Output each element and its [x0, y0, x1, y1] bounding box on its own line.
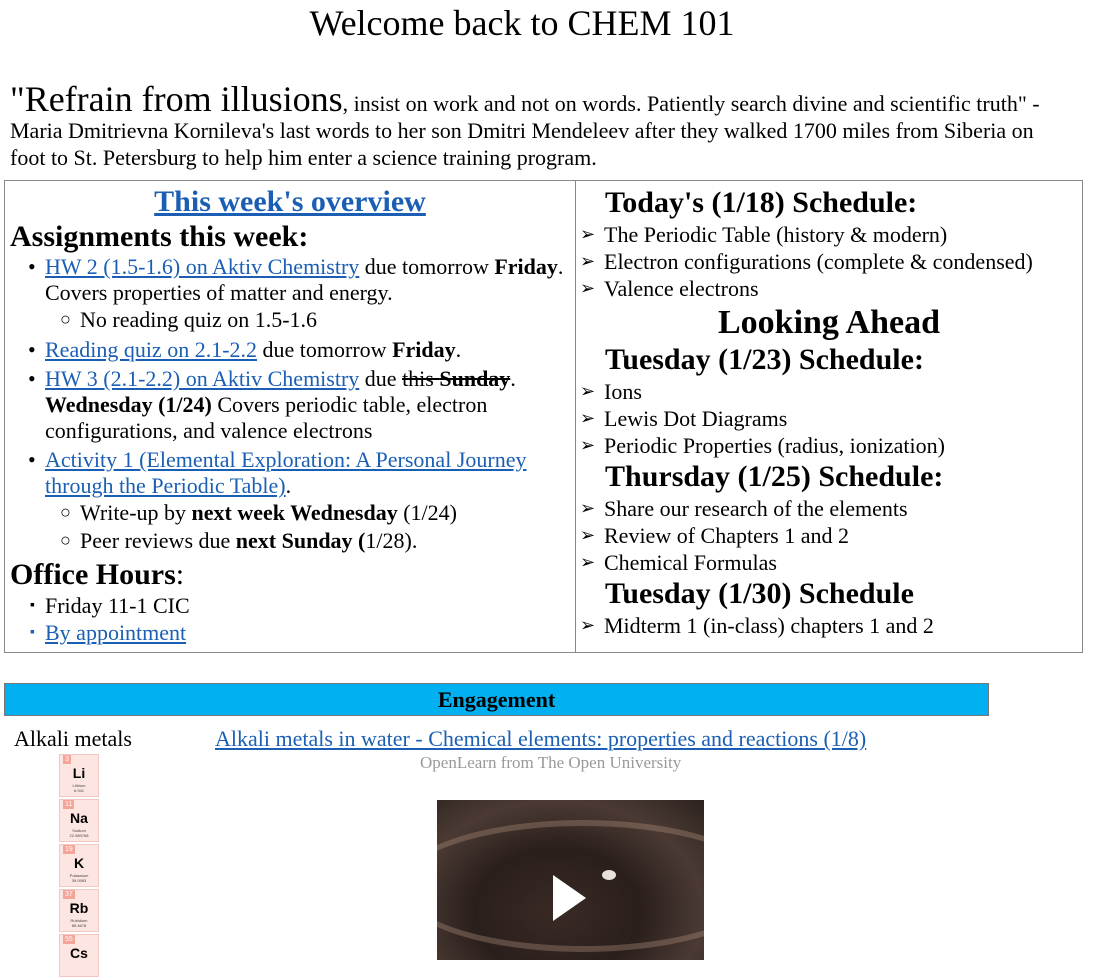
- list-item: HW 2 (1.5-1.6) on Aktiv Chemistry due to…: [28, 254, 575, 334]
- list-item: No reading quiz on 1.5-1.6: [60, 305, 575, 334]
- list-item: Lewis Dot Diagrams: [580, 405, 1082, 432]
- metal-glint: [602, 870, 616, 880]
- alkali-metals-label: Alkali metals: [14, 726, 132, 751]
- element-mass: 39.0983: [71, 878, 87, 883]
- element-name: Potassium 39.0983: [60, 873, 98, 883]
- element-mass: 6.941: [73, 788, 84, 793]
- list-item: Activity 1 (Elemental Exploration: A Per…: [28, 447, 575, 555]
- list-item: Midterm 1 (in-class) chapters 1 and 2: [580, 612, 1082, 639]
- sub-bold: next week Wednesday: [191, 500, 398, 525]
- looking-ahead-heading: Looking Ahead: [717, 304, 941, 341]
- engagement-bar: Engagement: [4, 683, 989, 716]
- page-title: Welcome back to CHEM 101: [309, 3, 735, 43]
- due-day: Friday: [494, 254, 558, 279]
- list-item: Peer reviews due next Sunday (1/28).: [60, 526, 575, 555]
- atomic-number: 37: [63, 890, 75, 899]
- sub-text: (1/24): [397, 500, 457, 525]
- thursday-schedule-heading: Thursday (1/25) Schedule:: [605, 460, 944, 493]
- element-tile-k: 19 K Potassium 39.0983: [59, 844, 99, 887]
- list-item: Reading quiz on 2.1-2.2 due tomorrow Fri…: [28, 337, 575, 363]
- struck-day: Sunday: [439, 366, 511, 391]
- tuesday-schedule-heading: Tuesday (1/23) Schedule:: [605, 343, 924, 376]
- element-symbol: Li: [72, 765, 86, 781]
- sub-text: Write-up by: [80, 500, 192, 525]
- today-schedule-heading: Today's (1/18) Schedule:: [605, 186, 918, 219]
- hw2-link[interactable]: HW 2 (1.5-1.6) on Aktiv Chemistry: [45, 254, 359, 279]
- play-icon[interactable]: [553, 875, 586, 921]
- today-schedule-list: The Periodic Table (history & modern) El…: [576, 221, 1082, 302]
- sub-bold: next Sunday (: [235, 528, 366, 553]
- overview-table: This week's overview Assignments this we…: [4, 180, 1083, 653]
- weekly-overview-link[interactable]: This week's overview: [154, 185, 426, 218]
- list-item: Periodic Properties (radius, ionization): [580, 432, 1082, 459]
- element-name: Sodium 22.989768: [60, 828, 98, 838]
- video-source: OpenLearn from The Open University: [420, 753, 682, 772]
- list-item: Friday 11-1 CIC: [30, 592, 575, 619]
- appointment-link[interactable]: By appointment: [45, 620, 186, 645]
- struck-text: this: [402, 366, 440, 391]
- tuesday2-schedule-heading: Tuesday (1/30) Schedule: [605, 577, 914, 610]
- list-item: Valence electrons: [580, 275, 1082, 302]
- new-due-date: Wednesday (1/24): [45, 392, 212, 417]
- element-tile-cs: 55 Cs: [59, 934, 99, 977]
- element-mass: 22.989768: [69, 833, 89, 838]
- list-item: Review of Chapters 1 and 2: [580, 522, 1082, 549]
- element-symbol: K: [73, 855, 85, 871]
- office-hours-title: Office Hours: [10, 558, 176, 591]
- reading-quiz-link[interactable]: Reading quiz on 2.1-2.2: [45, 337, 257, 362]
- element-mass: 85.4678: [71, 923, 87, 928]
- video-title-link[interactable]: Alkali metals in water - Chemical elemen…: [215, 726, 866, 752]
- punct: .: [455, 337, 462, 362]
- atomic-number: 3: [63, 755, 71, 764]
- element-tile-na: 11 Na Sodium 22.989768: [59, 799, 99, 842]
- list-item: HW 3 (2.1-2.2) on Aktiv Chemistry due th…: [28, 366, 575, 444]
- due-text: due tomorrow: [257, 337, 393, 362]
- element-tile-rb: 37 Rb Rubidium 85.4678: [59, 889, 99, 932]
- tuesday2-schedule-list: Midterm 1 (in-class) chapters 1 and 2: [576, 612, 1082, 639]
- atomic-number: 11: [63, 800, 75, 809]
- quote-lead: "Refrain from illusions: [10, 79, 343, 119]
- element-symbol: Cs: [70, 945, 88, 961]
- overview-cell: This week's overview Assignments this we…: [5, 181, 576, 652]
- alkali-metals-image: 3 Li Lithium 6.941 11 Na Sodium 22.989768 19 K P…: [59, 754, 100, 979]
- due-day: Friday: [392, 337, 456, 362]
- punct: :: [175, 558, 185, 591]
- element-symbol: Na: [70, 810, 88, 826]
- list-item: The Periodic Table (history & modern): [580, 221, 1082, 248]
- element-tile-li: 3 Li Lithium 6.941: [59, 754, 99, 797]
- tuesday-schedule-list: Ions Lewis Dot Diagrams Periodic Propert…: [576, 378, 1082, 459]
- schedule-cell: Today's (1/18) Schedule: The Periodic Ta…: [576, 181, 1082, 652]
- punct: .: [285, 473, 292, 498]
- thursday-schedule-list: Share our research of the elements Revie…: [576, 495, 1082, 576]
- element-name: Lithium 6.941: [60, 783, 98, 793]
- atomic-number: 55: [63, 935, 75, 944]
- list-item: Share our research of the elements: [580, 495, 1082, 522]
- list-item: Write-up by next week Wednesday (1/24): [60, 498, 575, 527]
- atomic-number: 19: [63, 845, 75, 854]
- list-item: Electron configurations (complete & cond…: [580, 248, 1082, 275]
- sub-text: Peer reviews due: [80, 528, 236, 553]
- element-symbol: Rb: [69, 900, 89, 916]
- sub-text: 1/28).: [365, 528, 418, 553]
- list-item: Ions: [580, 378, 1082, 405]
- hw3-link[interactable]: HW 3 (2.1-2.2) on Aktiv Chemistry: [45, 366, 359, 391]
- assignments-list: HW 2 (1.5-1.6) on Aktiv Chemistry due to…: [5, 254, 575, 555]
- mendeleev-quote: "Refrain from illusions, insist on work …: [10, 81, 1070, 171]
- due-text: due: [359, 366, 403, 391]
- office-hours-heading: Office Hours:: [10, 558, 575, 592]
- assignments-heading: Assignments this week:: [10, 220, 309, 253]
- element-name: Rubidium 85.4678: [60, 918, 98, 928]
- office-hours-list: Friday 11-1 CIC By appointment: [5, 592, 575, 646]
- list-item: By appointment: [30, 619, 575, 646]
- punct: .: [510, 366, 516, 391]
- list-item: Chemical Formulas: [580, 549, 1082, 576]
- due-text: due tomorrow: [359, 254, 495, 279]
